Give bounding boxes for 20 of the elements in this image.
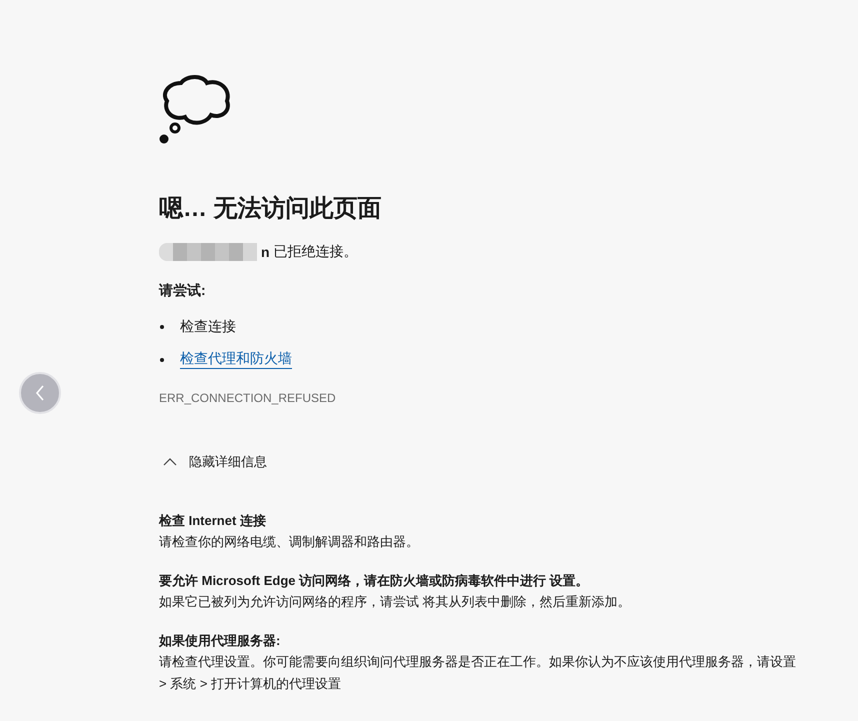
detail-heading: 检查 Internet 连接 [159, 512, 267, 530]
error-code: ERR_CONNECTION_REFUSED [159, 391, 336, 405]
detail-text: 如果它已被列为允许访问网络的程序，请尝试 将其从列表中删除，然后重新添加。 [159, 593, 632, 611]
suggestions-heading: 请尝试: [159, 282, 206, 300]
page-title: 嗯… 无法访问此页面 [159, 194, 382, 224]
detail-heading: 如果使用代理服务器: [159, 632, 282, 650]
bullet-icon [160, 324, 164, 328]
host-name: n [261, 244, 270, 260]
caret-up-icon [163, 458, 177, 466]
back-button[interactable] [19, 372, 61, 414]
detail-heading: 要允许 Microsoft Edge 访问网络，请在防火墙或防病毒软件中进行 设置。 [159, 572, 590, 590]
back-icon [35, 385, 45, 401]
suggestion-link[interactable]: 检查代理和防火墙 [180, 350, 292, 369]
refused-message: 已拒绝连接。 [274, 243, 358, 261]
suggestion-text: 检查连接 [180, 318, 236, 336]
detail-text: 请检查代理设置。你可能需要向组织询问代理服务器是否正在工作。如果你认为不应该使用代理服务器，请设置 > 系统 > 打开计算机的代理设置 [159, 653, 797, 693]
detail-text: 请检查你的网络电缆、调制解调器和路由器。 [159, 533, 420, 551]
thought-cloud-icon [159, 75, 233, 145]
bullet-icon [160, 358, 164, 362]
details-toggle[interactable]: 隐藏详细信息 [159, 453, 267, 471]
